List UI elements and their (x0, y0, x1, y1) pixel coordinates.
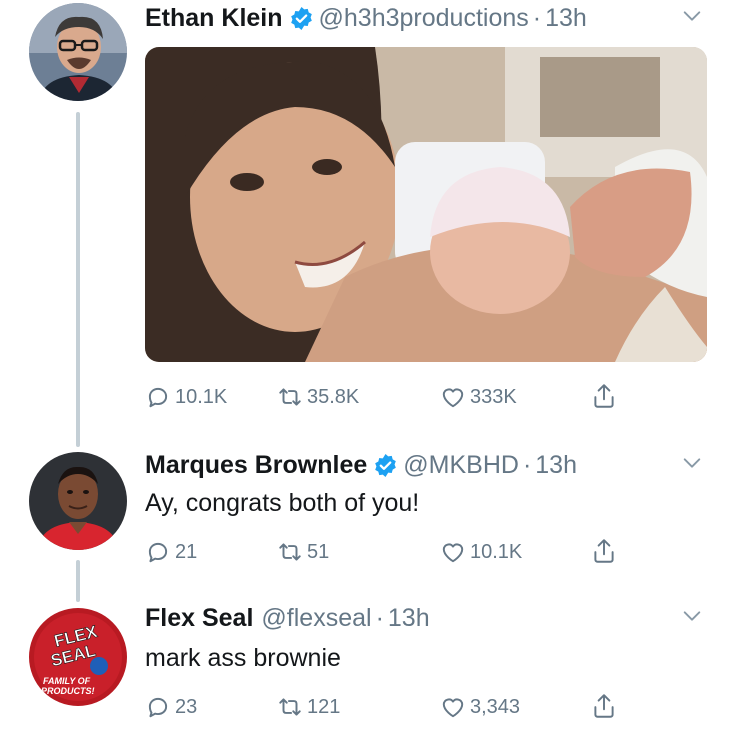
chevron-down-icon[interactable] (681, 5, 703, 27)
tweet-actions: 21 51 10.1K (145, 535, 625, 569)
thread-line (76, 112, 80, 447)
thread-line (76, 560, 80, 602)
tweet-actions: 10.1K 35.8K 333K (145, 380, 625, 414)
tweet-header: Flex Seal @flexseal · 13h (145, 603, 703, 633)
reply-count: 23 (175, 695, 198, 718)
logo-text: FAMILY OF (43, 676, 91, 686)
verified-badge-icon (373, 453, 398, 478)
timestamp[interactable]: 13h (388, 604, 430, 633)
tweet-text: mark ass brownie (145, 644, 341, 672)
like-count: 10.1K (470, 540, 523, 563)
retweet-icon (279, 698, 301, 716)
reply-button[interactable]: 23 (145, 690, 197, 724)
reply-button[interactable]: 21 (145, 535, 197, 569)
chevron-down-icon[interactable] (681, 452, 703, 474)
like-button[interactable]: 3,343 (440, 690, 520, 724)
avatar-ethan-klein[interactable] (29, 3, 127, 101)
separator-dot: · (522, 450, 532, 479)
share-button[interactable] (591, 537, 617, 570)
avatar-flex-seal[interactable]: FLEX SEAL FAMILY OF PRODUCTS! (29, 608, 127, 706)
reply-icon (148, 542, 168, 563)
verified-badge-icon (289, 6, 314, 31)
handle[interactable]: @h3h3productions (319, 4, 529, 33)
like-count: 333K (470, 385, 517, 408)
like-button[interactable]: 10.1K (440, 535, 522, 569)
like-count: 3,343 (470, 695, 521, 718)
reply-count: 10.1K (175, 385, 228, 408)
timestamp[interactable]: 13h (535, 451, 577, 480)
retweet-icon (279, 543, 301, 561)
reply-button[interactable]: 10.1K (145, 380, 227, 414)
like-icon (442, 388, 464, 408)
display-name[interactable]: Flex Seal (145, 604, 253, 633)
retweet-button[interactable]: 35.8K (277, 380, 359, 414)
reply-icon (148, 697, 168, 718)
retweet-button[interactable]: 121 (277, 690, 340, 724)
like-button[interactable]: 333K (440, 380, 517, 414)
timestamp[interactable]: 13h (545, 4, 587, 33)
like-icon (442, 698, 464, 718)
retweet-icon (279, 388, 301, 406)
display-name[interactable]: Ethan Klein (145, 4, 283, 33)
tweet-header: Marques Brownlee @MKBHD · 13h (145, 450, 703, 480)
separator-dot: · (375, 603, 384, 632)
separator-dot: · (532, 3, 542, 32)
logo-text: PRODUCTS! (41, 686, 95, 696)
tweet-actions: 23 121 3,343 (145, 690, 625, 724)
retweet-button[interactable]: 51 (277, 535, 329, 569)
tweet-header: Ethan Klein @h3h3productions · 13h (145, 3, 703, 33)
display-name[interactable]: Marques Brownlee (145, 451, 367, 480)
share-icon (594, 539, 614, 563)
share-button[interactable] (591, 692, 617, 725)
reply-icon (148, 387, 168, 408)
retweet-count: 121 (307, 695, 341, 718)
share-button[interactable] (591, 382, 617, 415)
tweet-text: Ay, congrats both of you! (145, 489, 420, 517)
retweet-count: 51 (307, 540, 330, 563)
avatar-marques-brownlee[interactable] (29, 452, 127, 550)
reply-count: 21 (175, 540, 198, 563)
retweet-count: 35.8K (307, 385, 360, 408)
like-icon (442, 543, 464, 563)
handle[interactable]: @flexseal (261, 604, 371, 633)
tweet-photo[interactable] (145, 47, 707, 362)
chevron-down-icon[interactable] (681, 605, 703, 627)
handle[interactable]: @MKBHD (403, 451, 519, 480)
share-icon (594, 384, 614, 408)
share-icon (594, 694, 614, 718)
